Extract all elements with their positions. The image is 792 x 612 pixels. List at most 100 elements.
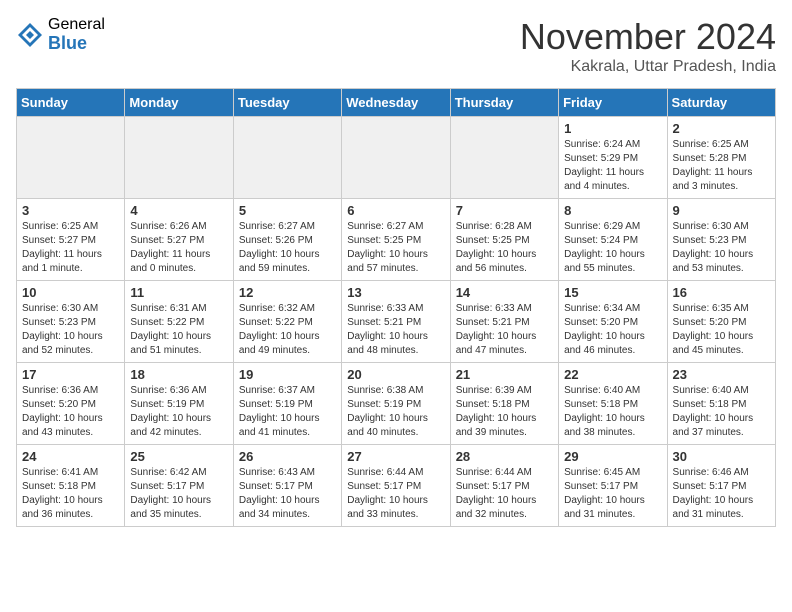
day-number: 10 <box>22 285 119 300</box>
day-info: Sunrise: 6:42 AMSunset: 5:17 PMDaylight:… <box>130 466 227 522</box>
month-title: November 2024 <box>520 16 776 58</box>
day-number: 12 <box>239 285 336 300</box>
day-info: Sunrise: 6:41 AMSunset: 5:18 PMDaylight:… <box>22 466 119 522</box>
weekday-header-saturday: Saturday <box>667 89 775 117</box>
day-number: 30 <box>673 449 770 464</box>
calendar-week-row: 10 Sunrise: 6:30 AMSunset: 5:23 PMDayligh… <box>17 281 776 363</box>
calendar-cell: 14Sunrise: 6:33 AMSunset: 5:21 PMDayligh… <box>450 281 558 363</box>
weekday-header-wednesday: Wednesday <box>342 89 450 117</box>
calendar-week-row: 17Sunrise: 6:36 AMSunset: 5:20 PMDayligh… <box>17 363 776 445</box>
logo-blue: Blue <box>48 34 105 54</box>
day-number: 24 <box>22 449 119 464</box>
calendar-cell: 11 Sunrise: 6:31 AMSunset: 5:22 PMDayligh… <box>125 281 233 363</box>
calendar-cell: 29 Sunrise: 6:45 AMSunset: 5:17 PMDayligh… <box>559 445 667 527</box>
day-info: Sunrise: 6:37 AMSunset: 5:19 PMDaylight:… <box>239 384 336 440</box>
logo-general: General <box>48 16 105 34</box>
calendar-cell: 5 Sunrise: 6:27 AMSunset: 5:26 PMDaylight… <box>233 199 341 281</box>
calendar-cell: 12 Sunrise: 6:32 AMSunset: 5:22 PMDayligh… <box>233 281 341 363</box>
day-info: Sunrise: 6:39 AMSunset: 5:18 PMDaylight:… <box>456 384 553 440</box>
day-info: Sunrise: 6:45 AMSunset: 5:17 PMDaylight:… <box>564 466 661 522</box>
calendar-cell: 20 Sunrise: 6:38 AMSunset: 5:19 PMDayligh… <box>342 363 450 445</box>
day-info: Sunrise: 6:27 AMSunset: 5:26 PMDaylight:… <box>239 220 336 276</box>
calendar-cell: 2Sunrise: 6:25 AMSunset: 5:28 PMDaylight… <box>667 117 775 199</box>
calendar-cell: 6 Sunrise: 6:27 AMSunset: 5:25 PMDaylight… <box>342 199 450 281</box>
day-info: Sunrise: 6:43 AMSunset: 5:17 PMDaylight:… <box>239 466 336 522</box>
day-info: Sunrise: 6:32 AMSunset: 5:22 PMDaylight:… <box>239 302 336 358</box>
title-block: November 2024 Kakrala, Uttar Pradesh, In… <box>520 16 776 76</box>
calendar-cell <box>342 117 450 199</box>
day-number: 16 <box>673 285 770 300</box>
calendar-week-row: 3Sunrise: 6:25 AMSunset: 5:27 PMDaylight… <box>17 199 776 281</box>
day-number: 25 <box>130 449 227 464</box>
calendar-cell: 23Sunrise: 6:40 AMSunset: 5:18 PMDayligh… <box>667 363 775 445</box>
day-number: 20 <box>347 367 444 382</box>
weekday-header-thursday: Thursday <box>450 89 558 117</box>
logo-icon <box>16 21 44 49</box>
day-number: 23 <box>673 367 770 382</box>
day-info: Sunrise: 6:46 AMSunset: 5:17 PMDaylight:… <box>673 466 770 522</box>
calendar-cell: 16 Sunrise: 6:35 AMSunset: 5:20 PMDayligh… <box>667 281 775 363</box>
calendar-week-row: 24 Sunrise: 6:41 AMSunset: 5:18 PMDayligh… <box>17 445 776 527</box>
day-info: Sunrise: 6:36 AMSunset: 5:19 PMDaylight:… <box>130 384 227 440</box>
day-info: Sunrise: 6:34 AMSunset: 5:20 PMDaylight:… <box>564 302 661 358</box>
day-info: Sunrise: 6:38 AMSunset: 5:19 PMDaylight:… <box>347 384 444 440</box>
calendar-cell: 19 Sunrise: 6:37 AMSunset: 5:19 PMDayligh… <box>233 363 341 445</box>
day-number: 11 <box>130 285 227 300</box>
weekday-header-row: SundayMondayTuesdayWednesdayThursdayFrid… <box>17 89 776 117</box>
day-info: Sunrise: 6:44 AMSunset: 5:17 PMDaylight:… <box>347 466 444 522</box>
day-info: Sunrise: 6:27 AMSunset: 5:25 PMDaylight:… <box>347 220 444 276</box>
calendar-cell: 13 Sunrise: 6:33 AMSunset: 5:21 PMDayligh… <box>342 281 450 363</box>
calendar-cell: 1 Sunrise: 6:24 AMSunset: 5:29 PMDaylight… <box>559 117 667 199</box>
day-number: 4 <box>130 203 227 218</box>
calendar-cell: 8 Sunrise: 6:29 AMSunset: 5:24 PMDaylight… <box>559 199 667 281</box>
logo-text: General Blue <box>48 16 105 53</box>
day-number: 14 <box>456 285 553 300</box>
calendar-cell <box>233 117 341 199</box>
day-info: Sunrise: 6:25 AMSunset: 5:27 PMDaylight:… <box>22 220 119 276</box>
page-header: General Blue November 2024 Kakrala, Utta… <box>16 16 776 76</box>
calendar-cell: 26 Sunrise: 6:43 AMSunset: 5:17 PMDayligh… <box>233 445 341 527</box>
day-number: 5 <box>239 203 336 218</box>
calendar-cell: 4Sunrise: 6:26 AMSunset: 5:27 PMDaylight… <box>125 199 233 281</box>
day-number: 15 <box>564 285 661 300</box>
day-info: Sunrise: 6:35 AMSunset: 5:20 PMDaylight:… <box>673 302 770 358</box>
weekday-header-sunday: Sunday <box>17 89 125 117</box>
day-number: 8 <box>564 203 661 218</box>
calendar-table: SundayMondayTuesdayWednesdayThursdayFrid… <box>16 88 776 527</box>
day-info: Sunrise: 6:24 AMSunset: 5:29 PMDaylight:… <box>564 138 661 194</box>
day-info: Sunrise: 6:33 AMSunset: 5:21 PMDaylight:… <box>347 302 444 358</box>
day-info: Sunrise: 6:44 AMSunset: 5:17 PMDaylight:… <box>456 466 553 522</box>
day-number: 1 <box>564 121 661 136</box>
calendar-cell: 10 Sunrise: 6:30 AMSunset: 5:23 PMDayligh… <box>17 281 125 363</box>
calendar-cell: 22 Sunrise: 6:40 AMSunset: 5:18 PMDayligh… <box>559 363 667 445</box>
day-number: 28 <box>456 449 553 464</box>
weekday-header-friday: Friday <box>559 89 667 117</box>
day-number: 26 <box>239 449 336 464</box>
weekday-header-tuesday: Tuesday <box>233 89 341 117</box>
day-info: Sunrise: 6:36 AMSunset: 5:20 PMDaylight:… <box>22 384 119 440</box>
calendar-cell <box>125 117 233 199</box>
weekday-header-monday: Monday <box>125 89 233 117</box>
day-number: 22 <box>564 367 661 382</box>
day-number: 6 <box>347 203 444 218</box>
day-info: Sunrise: 6:29 AMSunset: 5:24 PMDaylight:… <box>564 220 661 276</box>
day-number: 29 <box>564 449 661 464</box>
calendar-week-row: 1 Sunrise: 6:24 AMSunset: 5:29 PMDaylight… <box>17 117 776 199</box>
calendar-cell: 30 Sunrise: 6:46 AMSunset: 5:17 PMDayligh… <box>667 445 775 527</box>
calendar-cell <box>450 117 558 199</box>
day-info: Sunrise: 6:40 AMSunset: 5:18 PMDaylight:… <box>564 384 661 440</box>
day-number: 13 <box>347 285 444 300</box>
location: Kakrala, Uttar Pradesh, India <box>520 58 776 76</box>
day-number: 2 <box>673 121 770 136</box>
calendar-cell <box>17 117 125 199</box>
day-info: Sunrise: 6:28 AMSunset: 5:25 PMDaylight:… <box>456 220 553 276</box>
calendar-cell: 27Sunrise: 6:44 AMSunset: 5:17 PMDayligh… <box>342 445 450 527</box>
calendar-cell: 15 Sunrise: 6:34 AMSunset: 5:20 PMDayligh… <box>559 281 667 363</box>
day-number: 19 <box>239 367 336 382</box>
calendar-cell: 21Sunrise: 6:39 AMSunset: 5:18 PMDayligh… <box>450 363 558 445</box>
calendar-cell: 24 Sunrise: 6:41 AMSunset: 5:18 PMDayligh… <box>17 445 125 527</box>
calendar-cell: 25 Sunrise: 6:42 AMSunset: 5:17 PMDayligh… <box>125 445 233 527</box>
calendar-cell: 3Sunrise: 6:25 AMSunset: 5:27 PMDaylight… <box>17 199 125 281</box>
day-info: Sunrise: 6:30 AMSunset: 5:23 PMDaylight:… <box>22 302 119 358</box>
day-info: Sunrise: 6:31 AMSunset: 5:22 PMDaylight:… <box>130 302 227 358</box>
